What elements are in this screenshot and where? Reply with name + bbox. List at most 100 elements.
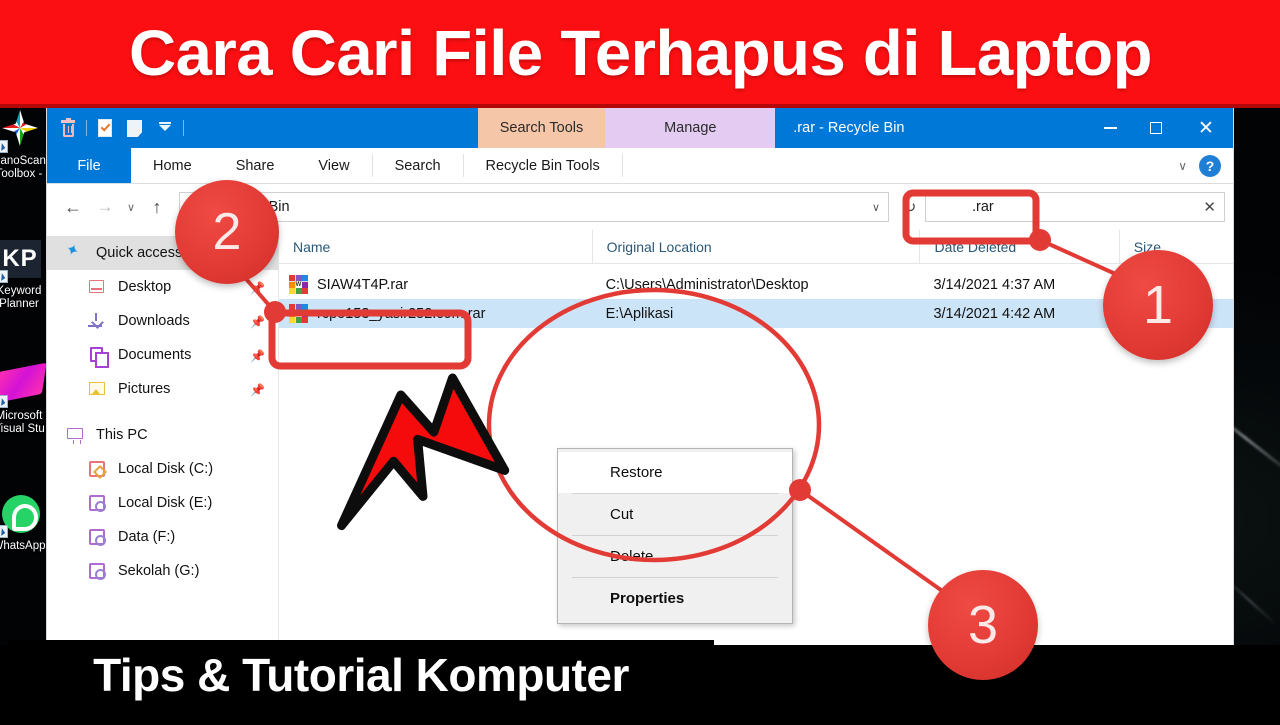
video-title-text: Cara Cari File Terhapus di Laptop bbox=[128, 17, 1153, 89]
recycle-bin-icon[interactable] bbox=[56, 116, 80, 140]
sidebar-item-downloads[interactable]: Downloads 📌 bbox=[47, 304, 278, 338]
window-controls: ✕ bbox=[1087, 108, 1233, 148]
drive-icon bbox=[87, 459, 109, 479]
column-header-label: Original Location bbox=[606, 238, 712, 255]
sidebar-item-documents[interactable]: Documents 📌 bbox=[47, 338, 278, 372]
tab-search[interactable]: Search bbox=[373, 148, 463, 183]
minimize-button[interactable] bbox=[1087, 108, 1133, 148]
address-bar[interactable]: Recycle Bin ∨ bbox=[179, 192, 889, 222]
tab-share[interactable]: Share bbox=[214, 148, 297, 183]
documents-icon bbox=[87, 345, 109, 368]
desktop-shortcut-label: Keyword Planner bbox=[0, 285, 42, 310]
back-button[interactable]: ← bbox=[57, 191, 89, 223]
tab-label: Share bbox=[235, 157, 275, 174]
desktop-shortcut-keyword-planner[interactable]: KP Keyword Planner bbox=[0, 238, 52, 310]
column-header-row: Name ⱏ Original Location Date Deleted Si… bbox=[279, 230, 1233, 264]
chevron-down-icon[interactable]: ∨ bbox=[872, 201, 880, 214]
download-icon bbox=[87, 311, 109, 331]
tab-view[interactable]: View bbox=[296, 148, 371, 183]
tab-recycle-bin-tools[interactable]: Recycle Bin Tools bbox=[464, 148, 622, 183]
address-bar-row: ← → ∨ ↑ Recycle Bin ∨ ↻ .rar ✕ bbox=[47, 184, 1233, 230]
contextual-tab-label: Search Tools bbox=[499, 120, 584, 136]
navigation-pane: ✦ Quick access Desktop 📌 Downloads 📌 Doc… bbox=[47, 230, 279, 645]
whatsapp-icon bbox=[0, 493, 45, 539]
table-row[interactable]: SIAW4T4P.rar C:\Users\Administrator\Desk… bbox=[279, 270, 1233, 299]
sidebar-item-local-disk-c[interactable]: Local Disk (C:) bbox=[47, 452, 278, 486]
column-header-original-location[interactable]: Original Location bbox=[591, 230, 920, 264]
visual-studio-icon bbox=[0, 362, 47, 409]
desktop-icon bbox=[87, 277, 109, 297]
recycle-bin-breadcrumb-icon bbox=[188, 200, 205, 215]
toolbar-separator bbox=[86, 120, 87, 136]
drive-icon bbox=[87, 527, 109, 547]
column-header-label: Size bbox=[1133, 238, 1161, 255]
drive-icon bbox=[87, 561, 109, 581]
menu-item-properties[interactable]: Properties bbox=[558, 578, 792, 619]
nanoscan-toolbox-icon bbox=[0, 108, 45, 154]
desktop-shortcut-whatsapp[interactable]: WhatsApp bbox=[0, 493, 52, 553]
customize-quick-access-icon[interactable] bbox=[153, 116, 177, 140]
file-explorer-window: Search Tools Manage .rar - Recycle Bin ✕… bbox=[47, 108, 1233, 645]
contextual-tab-search-tools[interactable]: Search Tools bbox=[477, 108, 606, 148]
drive-icon bbox=[87, 493, 109, 513]
tab-home[interactable]: Home bbox=[131, 148, 214, 183]
keyword-planner-icon: KP bbox=[0, 238, 45, 284]
maximize-button[interactable] bbox=[1133, 108, 1179, 148]
chevron-down-icon[interactable]: ∨ bbox=[1178, 159, 1187, 173]
pin-icon[interactable]: 📌 bbox=[250, 349, 265, 363]
recent-locations-button[interactable]: ∨ bbox=[121, 191, 141, 223]
menu-item-label: Cut bbox=[610, 506, 634, 523]
sidebar-item-local-disk-e[interactable]: Local Disk (E:) bbox=[47, 486, 278, 520]
this-pc-icon bbox=[65, 425, 87, 445]
menu-item-restore[interactable]: Restore bbox=[558, 452, 792, 493]
sidebar-item-this-pc[interactable]: This PC bbox=[47, 418, 278, 452]
toolbar-separator bbox=[183, 120, 184, 136]
file-name-label: SIAW4T4P.rar bbox=[317, 276, 409, 293]
refresh-button[interactable]: ↻ bbox=[895, 192, 925, 222]
pin-icon[interactable]: 📌 bbox=[250, 383, 265, 397]
sidebar-item-label: Pictures bbox=[118, 381, 171, 397]
quick-access-toolbar bbox=[47, 108, 184, 148]
channel-banner-text: Tips & Tutorial Komputer bbox=[93, 649, 629, 701]
contextual-tab-manage[interactable]: Manage bbox=[605, 108, 776, 148]
video-title-banner: Cara Cari File Terhapus di Laptop bbox=[0, 0, 1280, 106]
desktop-shortcut-nanoscan-toolbox[interactable]: NanoScan Toolbox - bbox=[0, 108, 52, 180]
menu-item-label: Delete bbox=[610, 548, 654, 565]
column-header-size[interactable]: Size bbox=[1118, 230, 1233, 264]
desktop-shortcut-label: WhatsApp bbox=[0, 540, 46, 552]
sidebar-item-pictures[interactable]: Pictures 📌 bbox=[47, 372, 278, 406]
tab-file[interactable]: File bbox=[47, 148, 131, 183]
pin-icon[interactable]: 📌 bbox=[250, 281, 265, 295]
sidebar-item-desktop[interactable]: Desktop 📌 bbox=[47, 270, 278, 304]
pin-icon[interactable]: 📌 bbox=[250, 315, 265, 329]
sidebar-item-label: Downloads bbox=[118, 313, 190, 329]
banner-underline bbox=[0, 104, 1280, 108]
empty-recycle-bin-icon[interactable] bbox=[123, 116, 147, 140]
desktop-shortcut-visual-studio[interactable]: Microsoft Visual Stu bbox=[0, 362, 52, 435]
sidebar-item-quick-access[interactable]: ✦ Quick access bbox=[47, 236, 278, 270]
menu-item-cut[interactable]: Cut bbox=[558, 494, 792, 535]
sidebar-item-sekolah-g[interactable]: Sekolah (G:) bbox=[47, 554, 278, 588]
file-name-cell: SIAW4T4P.rar bbox=[279, 275, 592, 294]
forward-button[interactable]: → bbox=[89, 191, 121, 223]
winrar-archive-icon bbox=[289, 275, 308, 294]
table-row[interactable]: rcpo153_yasir252.com.rar E:\Aplikasi 3/1… bbox=[279, 299, 1233, 328]
channel-banner: Tips & Tutorial Komputer bbox=[8, 640, 714, 710]
desktop-shortcut-label: Microsoft Visual Stu bbox=[0, 410, 45, 435]
menu-item-delete[interactable]: Delete bbox=[558, 536, 792, 577]
sidebar-item-data-f[interactable]: Data (F:) bbox=[47, 520, 278, 554]
search-input-value: .rar bbox=[972, 199, 994, 215]
search-input[interactable]: .rar ✕ bbox=[925, 192, 1225, 222]
column-header-label: Name bbox=[293, 238, 331, 255]
sidebar-item-label: Data (F:) bbox=[118, 529, 176, 545]
breadcrumb: Recycle Bin bbox=[213, 199, 290, 215]
help-icon[interactable]: ? bbox=[1199, 154, 1221, 177]
up-button[interactable]: ↑ bbox=[141, 191, 173, 223]
column-header-date-deleted[interactable]: Date Deleted bbox=[919, 230, 1118, 264]
sort-ascending-icon: ⱏ bbox=[439, 230, 445, 235]
column-header-name[interactable]: Name ⱏ bbox=[279, 230, 592, 264]
close-icon[interactable]: ✕ bbox=[1203, 198, 1216, 216]
sidebar-item-label: Local Disk (E:) bbox=[118, 495, 213, 511]
properties-icon[interactable] bbox=[93, 116, 117, 140]
close-button[interactable]: ✕ bbox=[1179, 108, 1233, 148]
